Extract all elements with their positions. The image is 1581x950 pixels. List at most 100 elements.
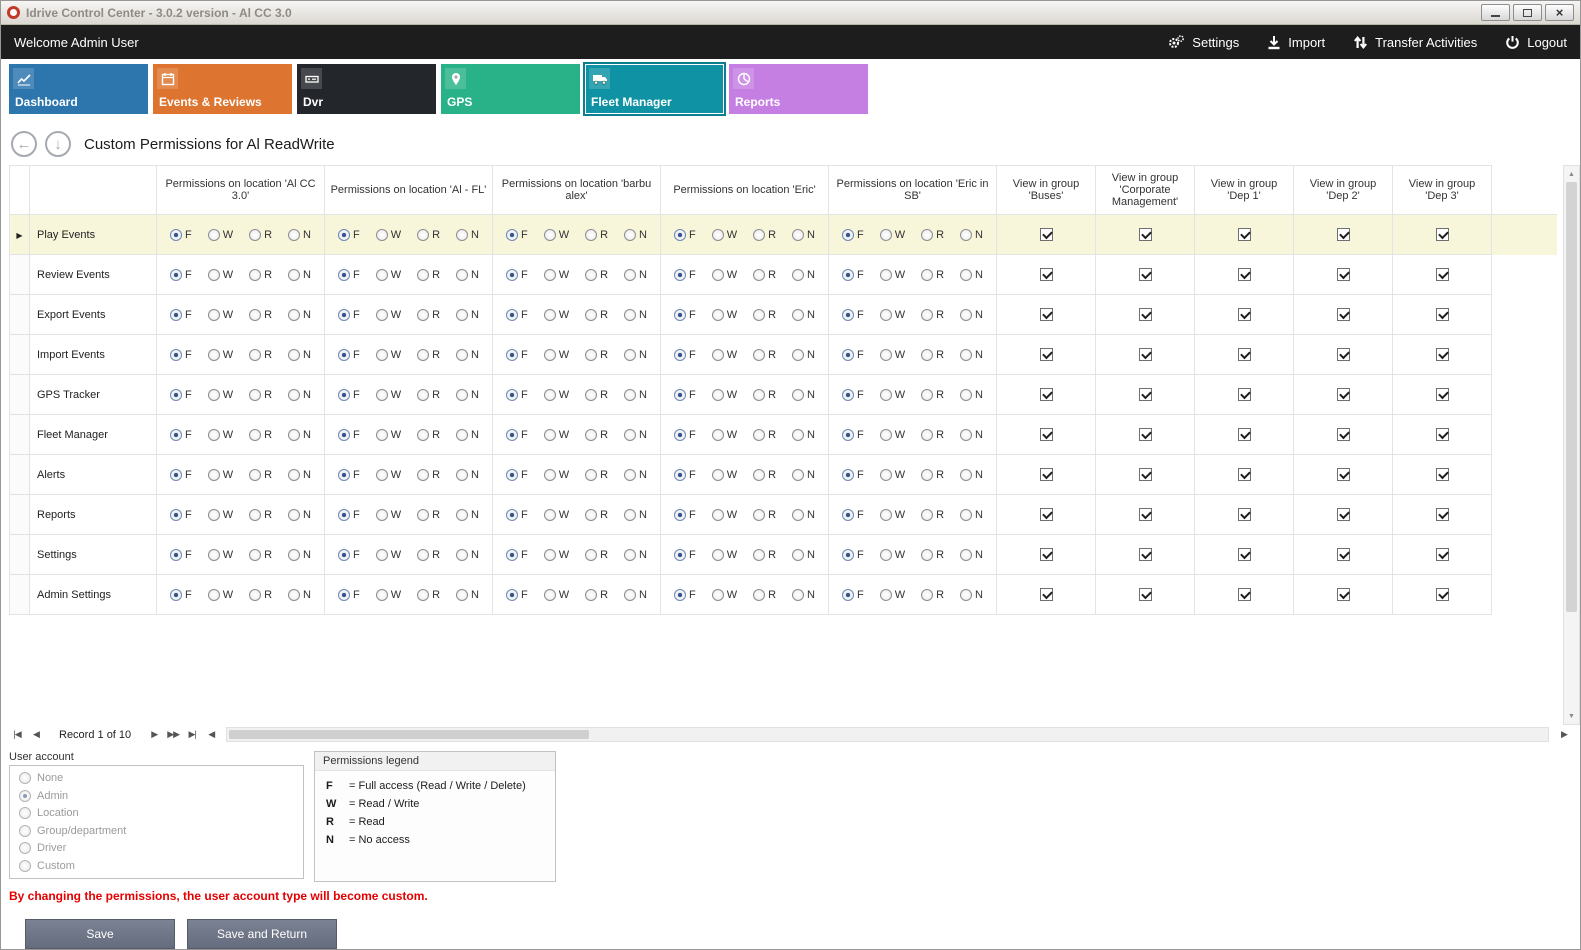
- permission-radio-f[interactable]: F: [506, 589, 528, 601]
- permission-radio-f[interactable]: F: [842, 549, 864, 561]
- group-checkbox[interactable]: [1436, 588, 1449, 601]
- permission-radio-n[interactable]: N: [624, 229, 647, 241]
- permission-radio-w[interactable]: W: [544, 589, 569, 601]
- group-checkbox[interactable]: [1337, 428, 1350, 441]
- column-header-permissions-on-location-eric[interactable]: Permissions on location 'Eric': [661, 166, 829, 215]
- permission-radio-n[interactable]: N: [288, 509, 311, 521]
- column-header-view-in-group-dep-3[interactable]: View in group 'Dep 3': [1393, 166, 1492, 215]
- permission-radio-f[interactable]: F: [338, 229, 360, 241]
- group-checkbox[interactable]: [1337, 348, 1350, 361]
- permission-radio-f[interactable]: F: [674, 589, 696, 601]
- permission-radio-f[interactable]: F: [842, 389, 864, 401]
- minimize-button[interactable]: [1481, 4, 1510, 21]
- group-checkbox[interactable]: [1139, 348, 1152, 361]
- permission-radio-w[interactable]: W: [712, 229, 737, 241]
- permission-radio-f[interactable]: F: [170, 509, 192, 521]
- group-checkbox[interactable]: [1238, 548, 1251, 561]
- permission-radio-r[interactable]: R: [921, 429, 944, 441]
- permission-radio-n[interactable]: N: [624, 429, 647, 441]
- permission-radio-f[interactable]: F: [170, 229, 192, 241]
- permission-radio-w[interactable]: W: [712, 389, 737, 401]
- permission-radio-w[interactable]: W: [712, 269, 737, 281]
- row-label[interactable]: Reports: [30, 495, 157, 535]
- permission-radio-w[interactable]: W: [544, 429, 569, 441]
- permission-radio-n[interactable]: N: [288, 349, 311, 361]
- row-label[interactable]: Admin Settings: [30, 575, 157, 615]
- permission-radio-f[interactable]: F: [842, 469, 864, 481]
- horizontal-scroll-thumb[interactable]: [229, 730, 589, 739]
- row-label[interactable]: Import Events: [30, 335, 157, 375]
- group-checkbox[interactable]: [1436, 508, 1449, 521]
- permission-radio-w[interactable]: W: [376, 229, 401, 241]
- permission-radio-w[interactable]: W: [712, 589, 737, 601]
- permission-radio-r[interactable]: R: [417, 229, 440, 241]
- permission-radio-r[interactable]: R: [585, 469, 608, 481]
- permission-radio-n[interactable]: N: [792, 229, 815, 241]
- back-button[interactable]: ←: [11, 131, 37, 157]
- permission-radio-f[interactable]: F: [506, 469, 528, 481]
- maximize-button[interactable]: [1513, 4, 1542, 21]
- permission-radio-w[interactable]: W: [544, 269, 569, 281]
- permission-radio-f[interactable]: F: [338, 269, 360, 281]
- group-checkbox[interactable]: [1238, 508, 1251, 521]
- tab-events-reviews[interactable]: Events & Reviews: [153, 64, 292, 114]
- next-page-button[interactable]: ▶▶: [165, 729, 181, 740]
- permission-radio-r[interactable]: R: [417, 589, 440, 601]
- permission-radio-r[interactable]: R: [921, 549, 944, 561]
- group-checkbox[interactable]: [1436, 268, 1449, 281]
- permission-radio-n[interactable]: N: [792, 589, 815, 601]
- permission-radio-r[interactable]: R: [249, 309, 272, 321]
- group-checkbox[interactable]: [1139, 268, 1152, 281]
- permission-radio-r[interactable]: R: [753, 469, 776, 481]
- tab-fleet-manager[interactable]: Fleet Manager: [585, 64, 724, 114]
- permission-radio-r[interactable]: R: [753, 589, 776, 601]
- group-checkbox[interactable]: [1436, 228, 1449, 241]
- permission-radio-w[interactable]: W: [208, 269, 233, 281]
- permission-radio-r[interactable]: R: [921, 589, 944, 601]
- permission-radio-w[interactable]: W: [208, 469, 233, 481]
- user-account-option-driver[interactable]: Driver: [19, 842, 294, 854]
- permission-radio-n[interactable]: N: [792, 509, 815, 521]
- permission-radio-w[interactable]: W: [544, 549, 569, 561]
- permission-radio-f[interactable]: F: [674, 229, 696, 241]
- permission-radio-r[interactable]: R: [585, 269, 608, 281]
- column-header-view-in-group-corporate-management[interactable]: View in group 'Corporate Management': [1096, 166, 1195, 215]
- permission-radio-r[interactable]: R: [753, 309, 776, 321]
- group-checkbox[interactable]: [1436, 428, 1449, 441]
- permission-radio-f[interactable]: F: [338, 389, 360, 401]
- permission-radio-w[interactable]: W: [880, 269, 905, 281]
- permission-radio-f[interactable]: F: [506, 509, 528, 521]
- permission-radio-n[interactable]: N: [288, 429, 311, 441]
- group-checkbox[interactable]: [1139, 588, 1152, 601]
- permission-radio-f[interactable]: F: [674, 509, 696, 521]
- permission-radio-n[interactable]: N: [288, 229, 311, 241]
- user-account-option-custom[interactable]: Custom: [19, 860, 294, 872]
- permission-radio-f[interactable]: F: [338, 509, 360, 521]
- tab-reports[interactable]: Reports: [729, 64, 868, 114]
- group-checkbox[interactable]: [1436, 348, 1449, 361]
- permission-radio-f[interactable]: F: [674, 389, 696, 401]
- group-checkbox[interactable]: [1436, 388, 1449, 401]
- save-button[interactable]: Save: [25, 919, 175, 949]
- permission-radio-w[interactable]: W: [208, 349, 233, 361]
- scroll-up-icon[interactable]: ▲: [1564, 166, 1579, 182]
- permission-radio-w[interactable]: W: [880, 389, 905, 401]
- group-checkbox[interactable]: [1040, 428, 1053, 441]
- permission-radio-f[interactable]: F: [170, 589, 192, 601]
- vertical-scroll-track[interactable]: [1564, 182, 1579, 708]
- save-and-return-button[interactable]: Save and Return: [187, 919, 337, 949]
- group-checkbox[interactable]: [1436, 308, 1449, 321]
- permission-radio-w[interactable]: W: [880, 589, 905, 601]
- permission-radio-r[interactable]: R: [753, 349, 776, 361]
- import-action[interactable]: Import: [1267, 35, 1325, 50]
- column-header-permissions-on-location-al-fl[interactable]: Permissions on location 'Al - FL': [325, 166, 493, 215]
- close-button[interactable]: ×: [1545, 4, 1574, 21]
- group-checkbox[interactable]: [1337, 548, 1350, 561]
- permission-radio-f[interactable]: F: [842, 429, 864, 441]
- group-checkbox[interactable]: [1040, 308, 1053, 321]
- permission-radio-r[interactable]: R: [417, 509, 440, 521]
- permission-radio-n[interactable]: N: [624, 309, 647, 321]
- permission-radio-w[interactable]: W: [544, 349, 569, 361]
- group-checkbox[interactable]: [1040, 468, 1053, 481]
- permission-radio-r[interactable]: R: [249, 269, 272, 281]
